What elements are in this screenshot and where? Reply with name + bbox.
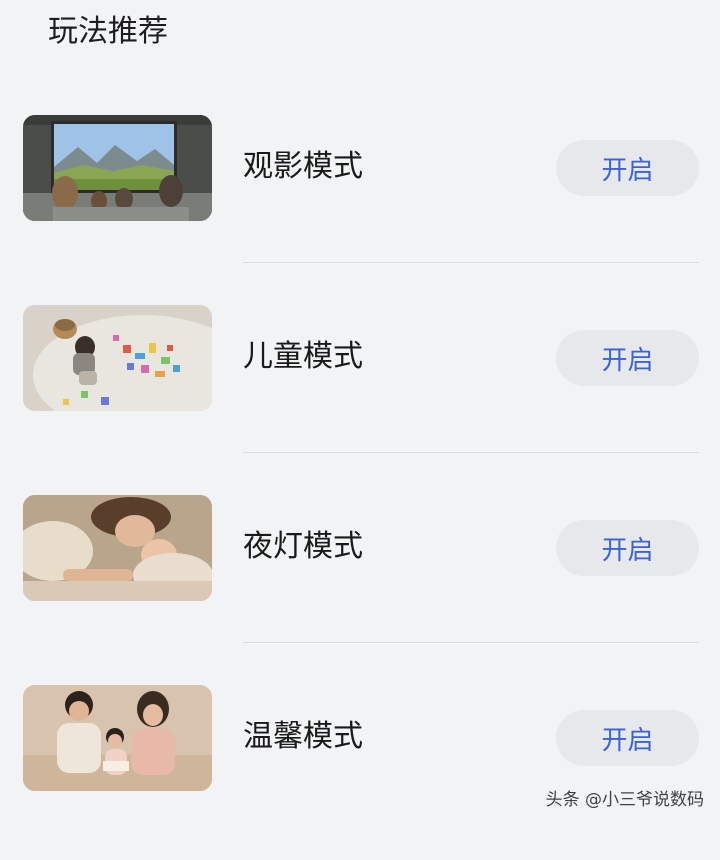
open-button[interactable]: 开启 — [556, 520, 699, 576]
open-button[interactable]: 开启 — [556, 710, 699, 766]
open-button[interactable]: 开启 — [556, 330, 699, 386]
section-title: 玩法推荐 — [48, 14, 168, 49]
mode-label: 夜灯模式 — [243, 529, 363, 564]
mode-list: 观影模式 开启 儿童模式 开启 夜灯模式 开启 温馨模式 开启 — [0, 100, 720, 860]
mode-row-kids[interactable]: 儿童模式 开启 — [0, 290, 720, 480]
watermark: 头条 @小三爷说数码 — [545, 790, 704, 810]
mode-row-cinema[interactable]: 观影模式 开启 — [0, 100, 720, 290]
divider — [243, 642, 699, 643]
open-button[interactable]: 开启 — [556, 140, 699, 196]
mode-label: 观影模式 — [243, 149, 363, 184]
mother-baby-sleeping-image — [23, 495, 212, 601]
divider — [243, 262, 699, 263]
mode-label: 温馨模式 — [243, 719, 363, 754]
mode-row-cozy[interactable]: 温馨模式 开启 — [0, 670, 720, 860]
child-playing-blocks-image — [23, 305, 212, 411]
mode-label: 儿童模式 — [243, 339, 363, 374]
family-reading-image — [23, 685, 212, 791]
family-watching-tv-image — [23, 115, 212, 221]
mode-row-nightlight[interactable]: 夜灯模式 开启 — [0, 480, 720, 670]
divider — [243, 452, 699, 453]
